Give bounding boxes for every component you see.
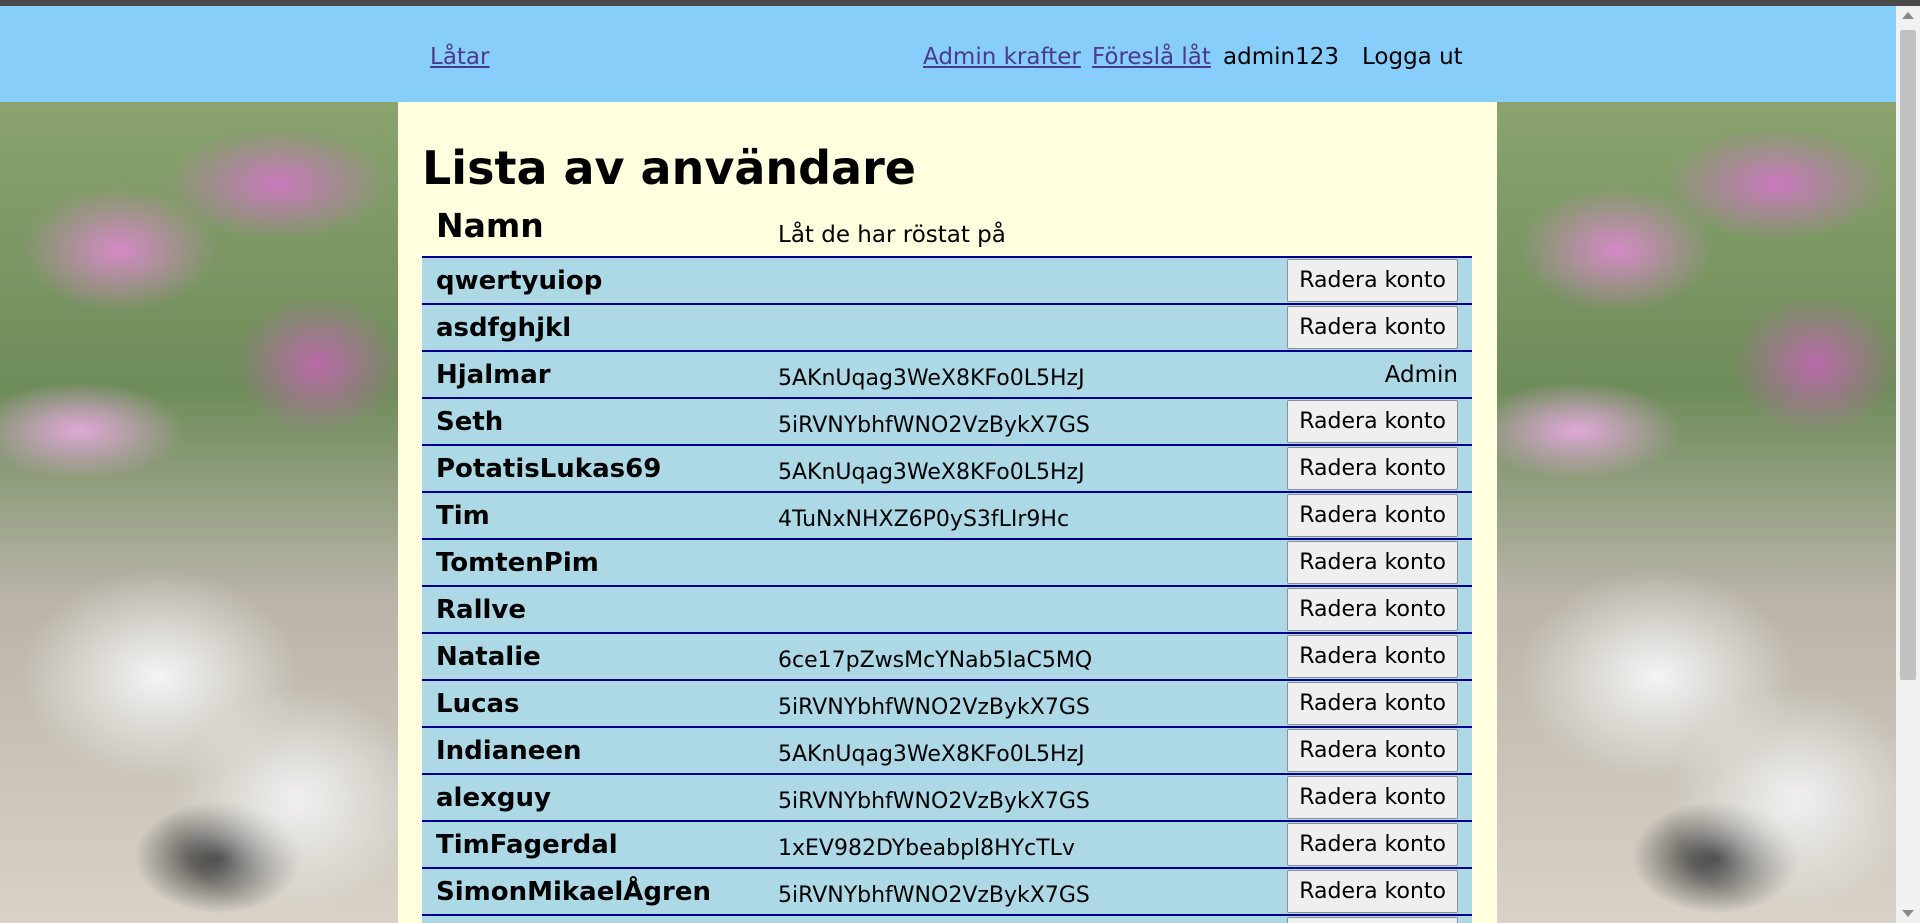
scroll-down-arrow-icon[interactable]: [1902, 910, 1914, 917]
scrollbar-thumb[interactable]: [1900, 30, 1916, 680]
row-action-cell: Radera konto: [1287, 305, 1458, 350]
delete-account-button[interactable]: Radera konto: [1287, 447, 1458, 490]
column-header-name: Namn: [436, 206, 544, 245]
delete-account-button[interactable]: Radera konto: [1287, 870, 1458, 913]
voted-song-id: 6ce17pZwsMcYNab5IaC5MQ: [778, 648, 1093, 673]
user-name: TomtenPim: [436, 548, 599, 578]
scroll-up-arrow-icon[interactable]: [1902, 12, 1914, 19]
delete-account-button[interactable]: Radera konto: [1287, 306, 1458, 349]
voted-song-id: 5iRVNYbhfWNO2VzBykX7GS: [778, 413, 1090, 438]
table-row: Lucas 5iRVNYbhfWNO2VzBykX7GS Radera konto: [422, 679, 1472, 726]
table-row: Natalie 6ce17pZwsMcYNab5IaC5MQ Radera kont…: [422, 632, 1472, 679]
user-name: Tim: [436, 501, 490, 531]
voted-song-id: 1xEV982DYbeabpl8HYcTLv: [778, 836, 1075, 861]
users-table: Namn Låt de har röstat på qwertyuiop Rade…: [422, 204, 1472, 923]
row-action-cell: Radera konto: [1287, 446, 1458, 491]
user-name: TimFagerdal: [436, 830, 618, 860]
user-name: Lucas: [436, 689, 520, 719]
table-row: Hjalmar 5AKnUqag3WeX8KFo0L5HzJ Admin: [422, 350, 1472, 397]
row-action-cell: Radera konto: [1287, 634, 1458, 679]
row-action-cell: Admin: [1385, 352, 1458, 397]
voted-song-id: 5iRVNYbhfWNO2VzBykX7GS: [778, 883, 1090, 908]
page-title: Lista av användare: [422, 141, 916, 195]
delete-account-button[interactable]: Radera konto: [1287, 400, 1458, 443]
table-row: SimonMikaelÅgren 5iRVNYbhfWNO2VzBykX7GS Ra…: [422, 867, 1472, 914]
user-name: alexguy: [436, 783, 551, 813]
table-row: qwertyuiop Radera konto: [422, 256, 1472, 303]
user-name: Seth: [436, 407, 504, 437]
column-header-voted-songs: Låt de har röstat på: [778, 222, 1006, 248]
user-name: Hjalmar: [436, 360, 551, 390]
voted-song-id: 5iRVNYbhfWNO2VzBykX7GS: [778, 789, 1090, 814]
row-action-cell: Radera konto: [1287, 258, 1458, 303]
voted-song-id: 5AKnUqag3WeX8KFo0L5HzJ: [778, 366, 1085, 391]
row-action-cell: Radera konto: [1287, 775, 1458, 820]
background-photo-left: [0, 102, 398, 923]
voted-song-id: 4TuNxNHXZ6P0yS3fLIr9Hc: [778, 507, 1070, 532]
delete-account-button[interactable]: Radera konto: [1287, 588, 1458, 631]
table-row: Seth 5iRVNYbhfWNO2VzBykX7GS Radera konto: [422, 397, 1472, 444]
table-row: Indianeen 5AKnUqag3WeX8KFo0L5HzJ Radera ko…: [422, 726, 1472, 773]
table-row: asdfghjkl Radera konto: [422, 303, 1472, 350]
user-name: Natalie: [436, 642, 541, 672]
voted-song-id: 5AKnUqag3WeX8KFo0L5HzJ: [778, 460, 1085, 485]
row-action-cell: Radera konto: [1287, 493, 1458, 538]
table-row: PotatisLukas69 5AKnUqag3WeX8KFo0L5HzJ Rade…: [422, 444, 1472, 491]
content-panel: Lista av användare Namn Låt de har rösta…: [398, 102, 1497, 923]
table-body: qwertyuiop Radera konto asdfghjkl Radera ko…: [422, 256, 1472, 923]
navbar: Låtar Admin krafter Föreslå låt admin123…: [0, 6, 1896, 102]
user-name: Rallve: [436, 595, 526, 625]
table-row: Radera konto: [422, 914, 1472, 923]
delete-account-button[interactable]: Radera konto: [1287, 635, 1458, 678]
user-name: Indianeen: [436, 736, 582, 766]
user-name: PotatisLukas69: [436, 454, 662, 484]
voted-song-id: 5AKnUqag3WeX8KFo0L5HzJ: [778, 742, 1085, 767]
voted-song-id: 5iRVNYbhfWNO2VzBykX7GS: [778, 695, 1090, 720]
user-name: asdfghjkl: [436, 313, 572, 343]
table-row: Tim 4TuNxNHXZ6P0yS3fLIr9Hc Radera konto: [422, 491, 1472, 538]
row-action-cell: Radera konto: [1287, 728, 1458, 773]
nav-link-admin[interactable]: Admin krafter: [923, 44, 1081, 70]
current-username: admin123: [1223, 44, 1339, 70]
delete-account-button[interactable]: Radera konto: [1287, 682, 1458, 725]
row-action-cell: Radera konto: [1287, 916, 1458, 923]
table-row: TomtenPim Radera konto: [422, 538, 1472, 585]
nav-link-songs[interactable]: Låtar: [430, 44, 489, 70]
row-action-cell: Radera konto: [1287, 869, 1458, 914]
row-action-cell: Radera konto: [1287, 587, 1458, 632]
row-action-cell: Radera konto: [1287, 540, 1458, 585]
row-action-cell: Radera konto: [1287, 681, 1458, 726]
delete-account-button[interactable]: Radera konto: [1287, 917, 1458, 923]
table-row: alexguy 5iRVNYbhfWNO2VzBykX7GS Radera kont…: [422, 773, 1472, 820]
delete-account-button[interactable]: Radera konto: [1287, 729, 1458, 772]
nav-link-suggest-song[interactable]: Föreslå låt: [1092, 44, 1211, 70]
table-row: TimFagerdal 1xEV982DYbeabpl8HYcTLv Radera …: [422, 820, 1472, 867]
background-photo-right: [1497, 102, 1896, 923]
delete-account-button[interactable]: Radera konto: [1287, 541, 1458, 584]
delete-account-button[interactable]: Radera konto: [1287, 494, 1458, 537]
table-header: Namn Låt de har röstat på: [422, 204, 1472, 256]
delete-account-button[interactable]: Radera konto: [1287, 823, 1458, 866]
user-name: qwertyuiop: [436, 266, 603, 296]
admin-label: Admin: [1384, 361, 1458, 388]
table-row: Rallve Radera konto: [422, 585, 1472, 632]
delete-account-button[interactable]: Radera konto: [1287, 776, 1458, 819]
delete-account-button[interactable]: Radera konto: [1287, 259, 1458, 302]
row-action-cell: Radera konto: [1287, 822, 1458, 867]
row-action-cell: Radera konto: [1287, 399, 1458, 444]
logout-button[interactable]: Logga ut: [1362, 44, 1463, 70]
scrollbar[interactable]: [1896, 6, 1920, 923]
user-name: SimonMikaelÅgren: [436, 877, 711, 907]
